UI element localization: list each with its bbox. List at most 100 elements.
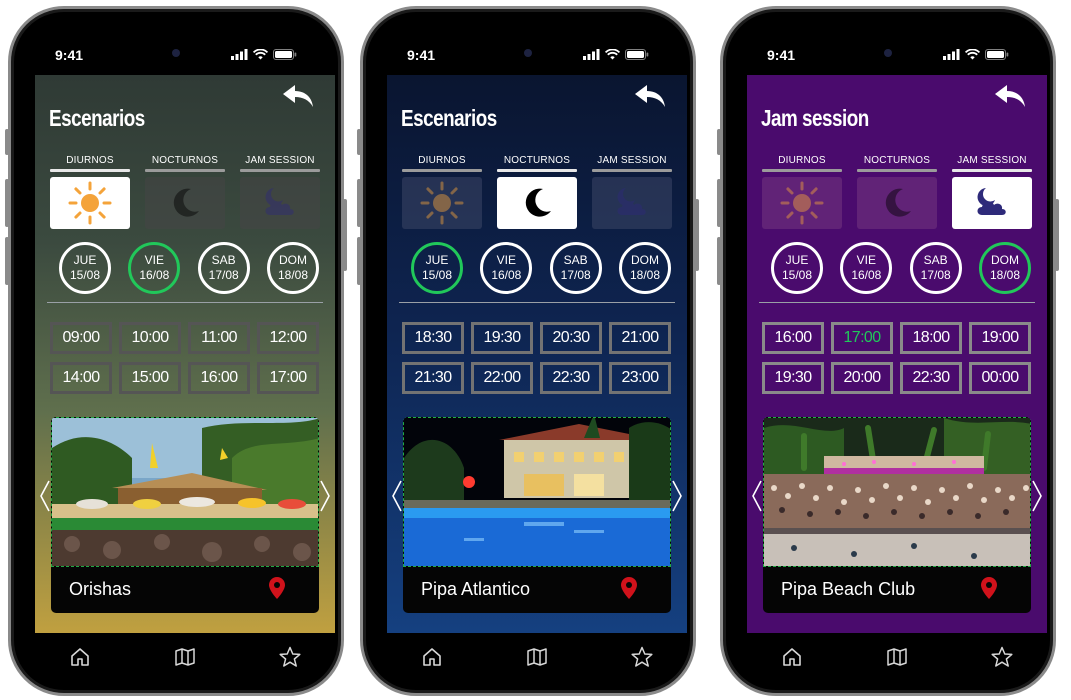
time-slots: 16:00 17:00 18:00 19:00 19:30 20:00 22:3… (762, 322, 1032, 394)
category-card[interactable] (952, 177, 1032, 229)
time-slot[interactable]: 19:30 (762, 362, 824, 394)
chevron-right-icon[interactable] (671, 479, 683, 513)
category-card[interactable] (50, 177, 130, 229)
map-icon (527, 648, 547, 666)
venue-card[interactable]: Pipa Beach Club (763, 417, 1031, 613)
location-pin-icon[interactable] (621, 577, 637, 599)
back-arrow-icon[interactable] (281, 83, 315, 109)
chevron-left-icon[interactable] (391, 479, 403, 513)
day-chip[interactable]: VIE 16/08 (128, 242, 181, 294)
time-slot[interactable]: 17:00 (257, 362, 319, 394)
time-slot[interactable]: 09:00 (50, 322, 112, 354)
tab-jam-session[interactable]: JAM SESSION (239, 155, 321, 229)
time-slot[interactable]: 21:00 (609, 322, 671, 354)
time-slot[interactable]: 22:30 (900, 362, 962, 394)
bottom-tab-bar (387, 633, 687, 681)
favorites-tab[interactable] (277, 644, 303, 670)
tab-label: JAM SESSION (957, 155, 1027, 166)
time-slot[interactable]: 22:00 (471, 362, 533, 394)
tab-label: JAM SESSION (597, 155, 667, 166)
time-slot[interactable]: 20:00 (831, 362, 893, 394)
day-chip[interactable]: DOM 18/08 (266, 242, 319, 294)
map-tab[interactable] (884, 644, 910, 670)
category-card[interactable] (592, 177, 672, 229)
moon-icon (173, 188, 199, 217)
day-chip[interactable]: SAB 17/08 (549, 242, 602, 294)
favorites-tab[interactable] (629, 644, 655, 670)
tab-diurnos[interactable]: DIURNOS (49, 155, 131, 229)
beach-bar-photo (52, 418, 318, 566)
day-chip[interactable]: DOM 18/08 (978, 242, 1031, 294)
day-chip[interactable]: JUE 15/08 (59, 242, 111, 294)
favorites-tab[interactable] (989, 644, 1015, 670)
time-slot[interactable]: 21:30 (402, 362, 464, 394)
time-slot[interactable]: 12:00 (257, 322, 319, 354)
time-slots: 18:30 19:30 20:30 21:00 21:30 22:00 22:3… (402, 322, 672, 394)
location-pin-icon[interactable] (981, 577, 997, 599)
time-slot[interactable]: 14:00 (50, 362, 112, 394)
day-chip[interactable]: JUE 15/08 (411, 242, 463, 294)
time-slot[interactable]: 00:00 (969, 362, 1031, 394)
venue-photo[interactable] (403, 417, 671, 567)
home-tab[interactable] (419, 644, 445, 670)
time-slot-selected[interactable]: 17:00 (831, 322, 893, 354)
time-slot[interactable]: 19:30 (471, 322, 533, 354)
venue-photo[interactable] (763, 417, 1031, 567)
tab-jam-session[interactable]: JAM SESSION (591, 155, 673, 229)
page-title: Escenarios (401, 105, 497, 131)
home-tab[interactable] (779, 644, 805, 670)
map-tab[interactable] (172, 644, 198, 670)
time-slot[interactable]: 16:00 (188, 362, 250, 394)
map-tab[interactable] (524, 644, 550, 670)
tab-nocturnos[interactable]: NOCTURNOS (144, 155, 226, 229)
tab-label: NOCTURNOS (863, 155, 931, 166)
time-slot[interactable]: 18:00 (900, 322, 962, 354)
category-card[interactable] (145, 177, 225, 229)
signal-icon (943, 49, 960, 60)
day-chip[interactable]: VIE 16/08 (480, 242, 533, 294)
category-card[interactable] (762, 177, 842, 229)
time-slot[interactable]: 10:00 (119, 322, 181, 354)
chevron-right-icon[interactable] (1031, 479, 1043, 513)
location-pin-icon[interactable] (269, 577, 285, 599)
day-chip[interactable]: SAB 17/08 (197, 242, 250, 294)
tab-label: NOCTURNOS (151, 155, 219, 166)
time-slot[interactable]: 23:00 (609, 362, 671, 394)
category-card[interactable] (497, 177, 577, 229)
day-chip[interactable]: JUE 15/08 (771, 242, 823, 294)
venue-card[interactable]: Orishas (51, 417, 319, 613)
phone-frame-jam-session: 9:41 Jam session DIURNOS NOCTURNOS JAM S… (717, 6, 1059, 696)
category-card[interactable] (857, 177, 937, 229)
time-slot[interactable]: 20:30 (540, 322, 602, 354)
bottom-tab-bar (35, 633, 335, 681)
tab-jam-session[interactable]: JAM SESSION (951, 155, 1033, 229)
phone-frame-diurnos: 9:41 Escenarios DIURNOS NOCTURNOS JAM SE… (5, 6, 347, 696)
screen-nocturnos: Escenarios DIURNOS NOCTURNOS JAM SESSION (387, 75, 687, 633)
time-slot[interactable]: 22:30 (540, 362, 602, 394)
category-tabs: DIURNOS NOCTURNOS JAM SESSION (761, 155, 1033, 229)
venue-photo[interactable] (51, 417, 319, 567)
category-card[interactable] (240, 177, 320, 229)
tab-diurnos[interactable]: DIURNOS (761, 155, 843, 229)
time-slot[interactable]: 16:00 (762, 322, 824, 354)
chevron-right-icon[interactable] (319, 479, 331, 513)
time-slot[interactable]: 15:00 (119, 362, 181, 394)
time-slot[interactable]: 19:00 (969, 322, 1031, 354)
time-slot[interactable]: 18:30 (402, 322, 464, 354)
venue-card[interactable]: Pipa Atlantico (403, 417, 671, 613)
back-arrow-icon[interactable] (993, 83, 1027, 109)
category-card[interactable] (402, 177, 482, 229)
tab-nocturnos[interactable]: NOCTURNOS (856, 155, 938, 229)
tab-diurnos[interactable]: DIURNOS (401, 155, 483, 229)
back-arrow-icon[interactable] (633, 83, 667, 109)
time-slot[interactable]: 11:00 (188, 322, 250, 354)
home-tab[interactable] (67, 644, 93, 670)
tab-nocturnos[interactable]: NOCTURNOS (496, 155, 578, 229)
chevron-left-icon[interactable] (39, 479, 51, 513)
day-selector: JUE 15/08 VIE 16/08 SAB 17/08 DOM 18/08 (771, 242, 1031, 294)
day-chip[interactable]: VIE 16/08 (840, 242, 893, 294)
moon-cloud-icon (617, 188, 646, 215)
day-chip[interactable]: DOM 18/08 (618, 242, 671, 294)
chevron-left-icon[interactable] (751, 479, 763, 513)
day-chip[interactable]: SAB 17/08 (909, 242, 962, 294)
